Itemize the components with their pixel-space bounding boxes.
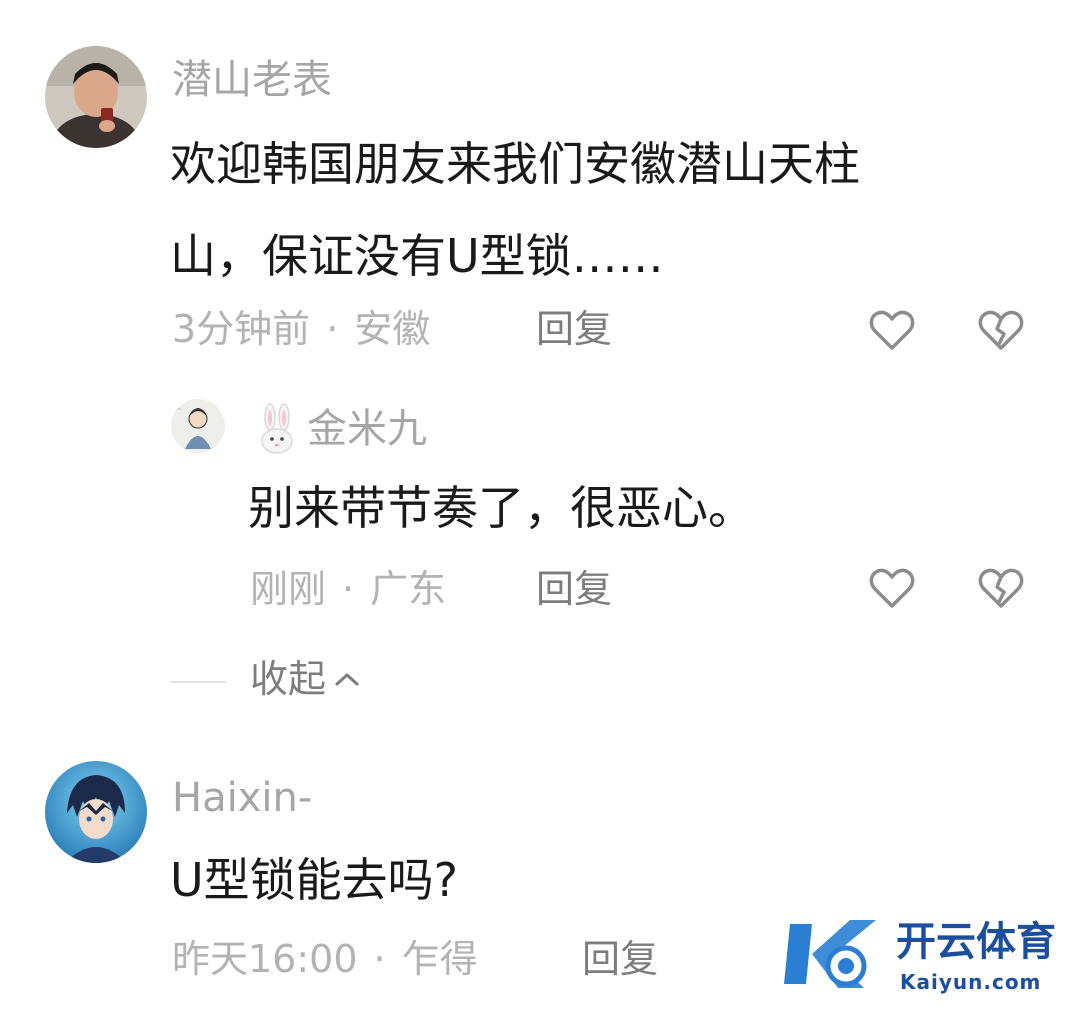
avatar-image bbox=[45, 46, 147, 148]
dislike-button[interactable] bbox=[975, 563, 1027, 615]
dislike-button[interactable] bbox=[975, 305, 1027, 357]
avatar[interactable] bbox=[45, 761, 147, 863]
watermark-logo-icon bbox=[784, 920, 876, 988]
collapse-label: 收起 bbox=[250, 657, 327, 701]
reply-avatar-image: ~ bbox=[171, 399, 225, 453]
rabbit-icon bbox=[261, 403, 293, 454]
reply-button[interactable]: 回复 bbox=[582, 940, 658, 978]
heart-icon bbox=[869, 310, 915, 350]
reply-text: 别来带节奏了，很恶心。 bbox=[248, 481, 754, 535]
like-button[interactable] bbox=[866, 305, 918, 357]
comment-time: 3分钟前 bbox=[172, 307, 311, 351]
comment-time: 昨天16:00 bbox=[172, 937, 358, 981]
broken-heart-icon bbox=[978, 568, 1024, 608]
reply-button[interactable]: 回复 bbox=[536, 570, 612, 608]
comment-location: 安徽 bbox=[354, 307, 431, 351]
meta-separator: · bbox=[373, 937, 386, 981]
reply-meta: 刚刚 · 广东 bbox=[250, 570, 446, 608]
comment-meta: 昨天16:00 · 乍得 bbox=[172, 940, 478, 978]
comment-username[interactable]: Haixin- bbox=[172, 778, 312, 818]
broken-heart-icon bbox=[978, 310, 1024, 350]
collapse-button[interactable]: 收起 bbox=[250, 660, 362, 698]
avatar-image bbox=[45, 761, 147, 863]
svg-text:~: ~ bbox=[177, 406, 182, 413]
reply-button[interactable]: 回复 bbox=[536, 310, 612, 348]
reply-time: 刚刚 bbox=[250, 567, 327, 611]
avatar[interactable] bbox=[45, 46, 147, 148]
meta-separator: · bbox=[326, 307, 339, 351]
reply-username-row[interactable]: 金米九 bbox=[255, 403, 427, 455]
comment-text: 山，保证没有U型锁…… bbox=[170, 229, 664, 283]
reply-location: 广东 bbox=[370, 567, 447, 611]
comment-meta: 3分钟前 · 安徽 bbox=[172, 310, 430, 348]
comment-username[interactable]: 潜山老表 bbox=[172, 60, 332, 100]
watermark: 开云体育 Kaiyun.com bbox=[780, 912, 1062, 998]
comment-location: 乍得 bbox=[401, 937, 478, 981]
reply-avatar[interactable]: ~ bbox=[171, 399, 225, 453]
comment-text: U型锁能去吗? bbox=[170, 853, 459, 907]
meta-separator: · bbox=[342, 567, 355, 611]
comment-text: 欢迎韩国朋友来我们安徽潜山天柱 bbox=[170, 137, 860, 191]
like-button[interactable] bbox=[866, 563, 918, 615]
collapse-divider bbox=[170, 681, 226, 683]
chevron-up-icon bbox=[335, 673, 359, 686]
watermark-title: 开云体育 bbox=[896, 919, 1056, 965]
heart-icon bbox=[869, 568, 915, 608]
watermark-subtitle: Kaiyun.com bbox=[900, 970, 1042, 994]
reply-username[interactable]: 金米九 bbox=[307, 409, 427, 449]
